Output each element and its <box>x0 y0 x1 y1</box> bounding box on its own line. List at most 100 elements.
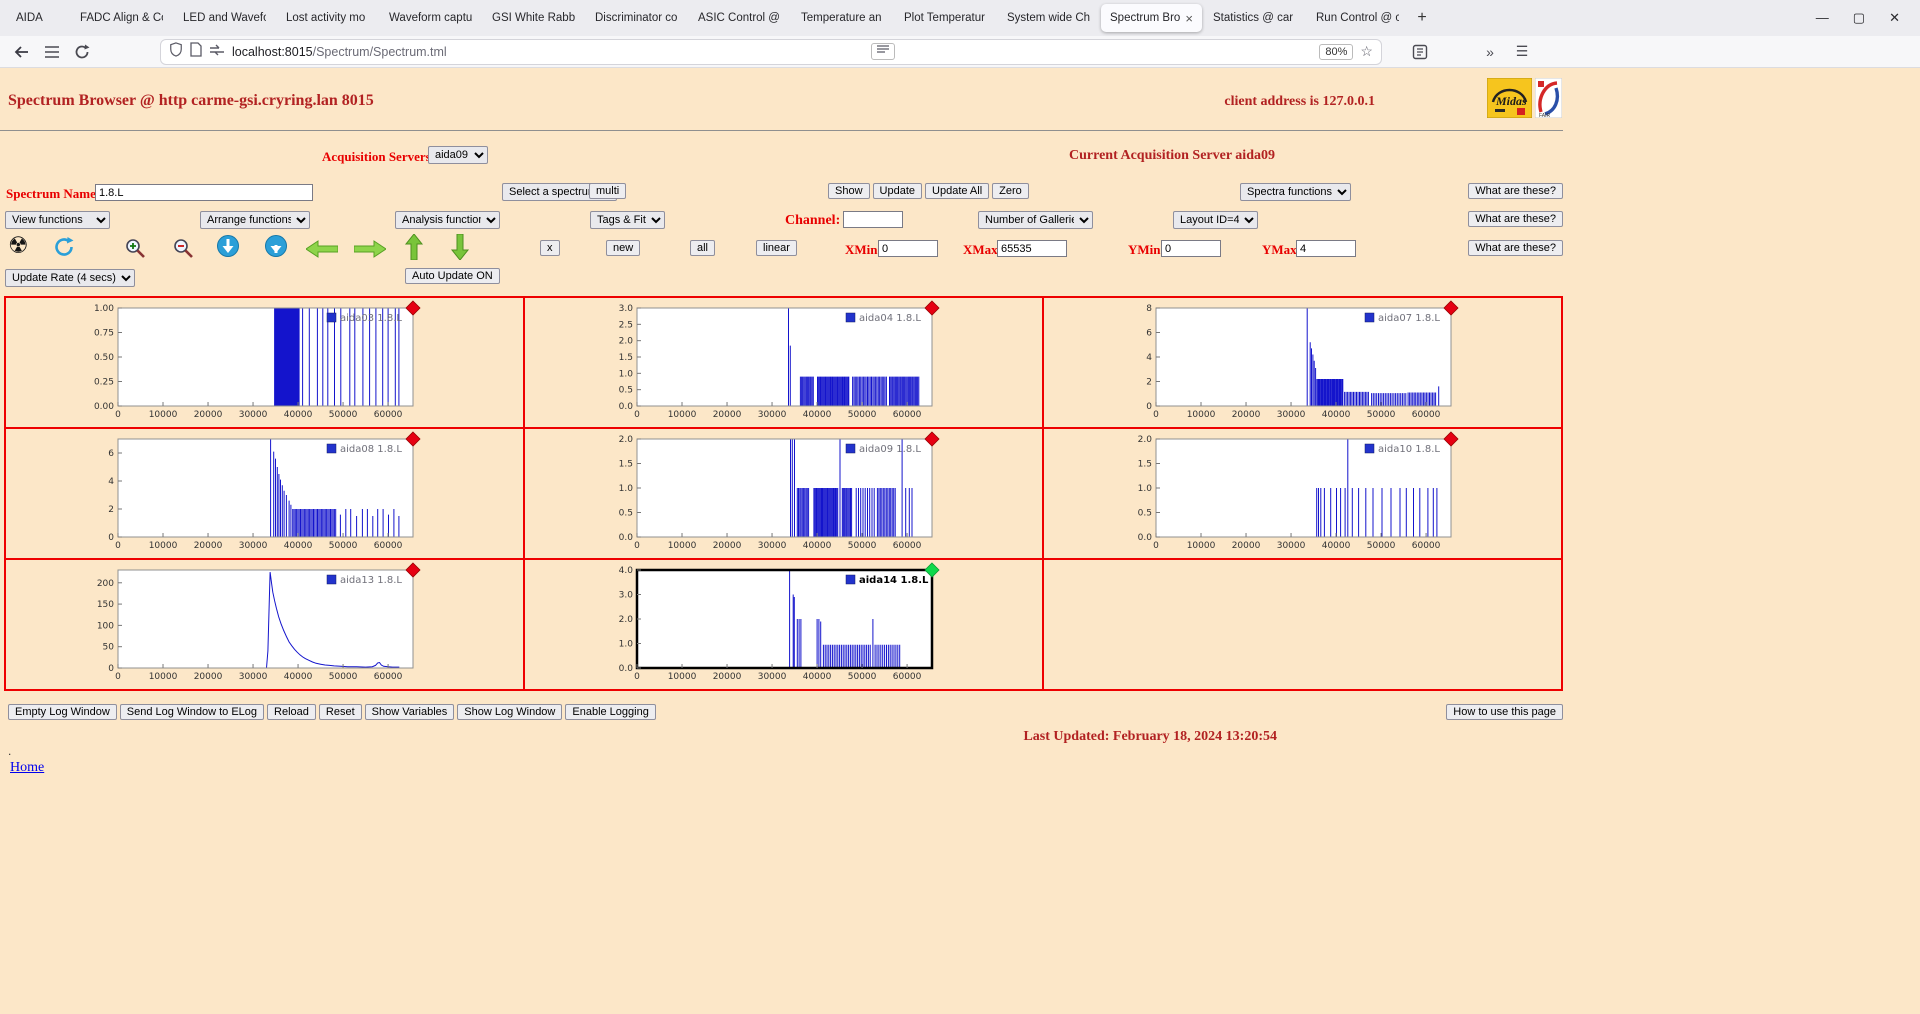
home-link[interactable]: Home <box>10 760 44 776</box>
send-log-window-button[interactable]: Send Log Window to ELog <box>120 704 264 720</box>
browser-tab[interactable]: Discriminator co <box>586 4 687 32</box>
linear-button[interactable]: linear <box>756 240 797 256</box>
legend-marker <box>846 575 855 584</box>
browser-tab[interactable]: Temperature an <box>792 4 893 32</box>
acquisition-server-select[interactable]: aida09 <box>428 146 488 164</box>
arrow-left-icon[interactable] <box>306 240 338 263</box>
bookmark-star-icon[interactable]: ☆ <box>1360 43 1373 60</box>
circle-up-arrow-icon[interactable] <box>264 234 288 263</box>
all-button[interactable]: all <box>690 240 715 256</box>
browser-tab[interactable]: LED and Wavefo <box>174 4 275 32</box>
tab-close-icon[interactable]: × <box>1185 11 1193 26</box>
zoom-in-icon[interactable] <box>124 237 146 264</box>
browser-tab[interactable]: Run Control @ c <box>1307 4 1408 32</box>
toolbar-menu-lines-icon[interactable] <box>40 40 64 64</box>
xmin-input[interactable] <box>878 240 938 257</box>
window-minimize-icon[interactable]: — <box>1816 10 1829 26</box>
spectrum-chart-aida04[interactable]: 0.00.51.01.52.02.53.00100002000030000400… <box>587 299 945 426</box>
zoom-level-badge[interactable]: 80% <box>1319 44 1353 60</box>
gallery-cell-1[interactable]: 0.000.250.500.751.0001000020000300004000… <box>6 298 525 429</box>
tags-fits-select[interactable]: Tags & Fits <box>590 211 665 229</box>
browser-tab[interactable]: FADC Align & Co <box>71 4 172 32</box>
analysis-functions-select[interactable]: Analysis functions <box>395 211 500 229</box>
browser-tab[interactable]: System wide Ch <box>998 4 1099 32</box>
refresh-icon[interactable] <box>52 235 76 264</box>
spectra-functions-select[interactable]: Spectra functions <box>1240 183 1351 201</box>
ymax-input[interactable] <box>1296 240 1356 257</box>
spectrum-chart-aida08[interactable]: 02460100002000030000400005000060000aida0… <box>68 430 426 557</box>
spectrum-chart-aida03[interactable]: 0.000.250.500.751.0001000020000300004000… <box>68 299 426 426</box>
shield-icon[interactable] <box>169 42 183 62</box>
browser-tab[interactable]: Plot Temperatur <box>895 4 996 32</box>
page-info-icon[interactable] <box>190 42 202 62</box>
auto-update-button[interactable]: Auto Update ON <box>405 268 500 284</box>
zoom-out-icon[interactable] <box>172 237 194 264</box>
xmax-input[interactable] <box>997 240 1067 257</box>
arrange-functions-select[interactable]: Arrange functions <box>200 211 310 229</box>
zero-button[interactable]: Zero <box>992 183 1029 199</box>
gallery-cell-4[interactable]: 02460100002000030000400005000060000aida0… <box>6 429 525 560</box>
window-maximize-icon[interactable]: ▢ <box>1853 10 1865 26</box>
enable-logging-button[interactable]: Enable Logging <box>565 704 655 720</box>
url-bar[interactable]: localhost:8015/Spectrum/Spectrum.tml 80%… <box>160 39 1382 65</box>
reset-button[interactable]: Reset <box>319 704 362 720</box>
browser-tab[interactable]: Statistics @ car <box>1204 4 1305 32</box>
what-are-these-button-1[interactable]: What are these? <box>1468 183 1563 199</box>
gallery-cell-8[interactable]: 0.01.02.03.04.00100002000030000400005000… <box>525 560 1044 691</box>
x-tick-label: 60000 <box>1412 541 1441 551</box>
arrow-right-icon[interactable] <box>354 240 386 263</box>
browser-tab[interactable]: GSI White Rabbi <box>483 4 584 32</box>
browser-tab[interactable]: AIDA <box>7 4 69 32</box>
what-are-these-button-3[interactable]: What are these? <box>1468 240 1563 256</box>
radioactivity-icon[interactable]: ☢ <box>8 234 29 257</box>
reader-view-icon[interactable] <box>871 43 895 60</box>
spectrum-chart-aida10[interactable]: 0.00.51.01.52.00100002000030000400005000… <box>1106 430 1464 557</box>
midas-logo[interactable]: Midas <box>1487 78 1532 123</box>
spectrum-chart-aida14[interactable]: 0.01.02.03.04.00100002000030000400005000… <box>587 561 945 688</box>
spectrum-chart-aida13[interactable]: 0501001502000100002000030000400005000060… <box>68 561 426 688</box>
ymin-input[interactable] <box>1161 240 1221 257</box>
circle-down-arrow-icon[interactable] <box>216 234 240 263</box>
spectrum-name-input[interactable] <box>95 184 313 201</box>
browser-tab[interactable]: Waveform captu <box>380 4 481 32</box>
gallery-cell-2[interactable]: 0.00.51.01.52.02.53.00100002000030000400… <box>525 298 1044 429</box>
layout-id-select[interactable]: Layout ID=4 <box>1173 211 1258 229</box>
window-close-icon[interactable]: ✕ <box>1889 10 1900 26</box>
new-button[interactable]: new <box>606 240 640 256</box>
fair-logo[interactable]: FAIR <box>1535 78 1562 123</box>
update-button[interactable]: Update <box>873 183 922 199</box>
overflow-chevrons-icon[interactable]: » <box>1478 40 1502 64</box>
arrow-up-icon[interactable] <box>404 234 424 265</box>
gallery-cell-7[interactable]: 0501001502000100002000030000400005000060… <box>6 560 525 691</box>
update-all-button[interactable]: Update All <box>925 183 989 199</box>
url-text[interactable]: localhost:8015/Spectrum/Spectrum.tml <box>232 45 447 59</box>
what-are-these-button-2[interactable]: What are these? <box>1468 211 1563 227</box>
arrow-down-icon[interactable] <box>450 234 470 265</box>
spectrum-chart-aida07[interactable]: 024680100002000030000400005000060000aida… <box>1106 299 1464 426</box>
update-rate-select[interactable]: Update Rate (4 secs) <box>5 269 135 287</box>
back-icon[interactable] <box>10 40 34 64</box>
show-log-window-button[interactable]: Show Log Window <box>457 704 562 720</box>
show-button[interactable]: Show <box>828 183 870 199</box>
new-tab-button[interactable]: + <box>1409 5 1435 31</box>
reload-button[interactable]: Reload <box>267 704 316 720</box>
number-of-galleries-select[interactable]: Number of Galleries <box>978 211 1093 229</box>
gallery-cell-5[interactable]: 0.00.51.01.52.00100002000030000400005000… <box>525 429 1044 560</box>
gallery-cell-6[interactable]: 0.00.51.01.52.00100002000030000400005000… <box>1044 429 1563 560</box>
view-functions-select[interactable]: View functions <box>5 211 110 229</box>
empty-log-window-button[interactable]: Empty Log Window <box>8 704 117 720</box>
multi-button[interactable]: multi <box>589 183 626 199</box>
extensions-icon[interactable] <box>1408 40 1432 64</box>
menu-icon[interactable]: ☰ <box>1510 40 1534 64</box>
socket-icon[interactable] <box>209 43 225 61</box>
channel-input[interactable] <box>843 211 903 228</box>
browser-tab[interactable]: ASIC Control @ <box>689 4 790 32</box>
browser-tab[interactable]: Lost activity mo <box>277 4 378 32</box>
show-variables-button[interactable]: Show Variables <box>365 704 455 720</box>
x-button[interactable]: x <box>540 240 560 256</box>
gallery-cell-3[interactable]: 024680100002000030000400005000060000aida… <box>1044 298 1563 429</box>
spectrum-chart-aida09[interactable]: 0.00.51.01.52.00100002000030000400005000… <box>587 430 945 557</box>
reload-icon[interactable] <box>70 40 94 64</box>
browser-tab-active[interactable]: Spectrum Bro× <box>1101 4 1202 32</box>
how-to-use-button[interactable]: How to use this page <box>1446 704 1563 720</box>
